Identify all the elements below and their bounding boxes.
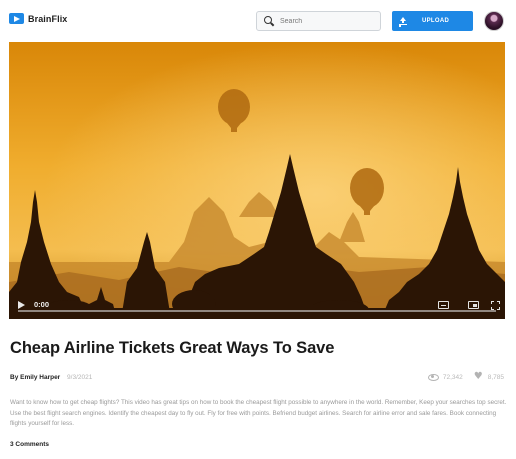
likes-count: 8,785 bbox=[487, 373, 504, 381]
picture-in-picture-icon[interactable] bbox=[468, 301, 479, 309]
site-header: BrainFlix UPLOAD bbox=[0, 0, 516, 42]
author-name: By Emily Harper bbox=[10, 374, 61, 381]
video-controls: 0:00 bbox=[9, 293, 505, 319]
upload-icon bbox=[399, 16, 407, 26]
current-time: 0:00 bbox=[34, 300, 50, 309]
upload-button[interactable]: UPLOAD bbox=[392, 11, 473, 31]
video-meta: By Emily Harper 9/3/2021 bbox=[10, 374, 92, 381]
play-logo-icon bbox=[9, 13, 24, 24]
video-thumbnail bbox=[9, 42, 505, 319]
publish-date: 9/3/2021 bbox=[67, 374, 93, 381]
play-icon[interactable] bbox=[18, 301, 25, 309]
views-count: 72,342 bbox=[442, 373, 463, 381]
search-box bbox=[256, 11, 381, 31]
closed-captions-icon[interactable] bbox=[438, 301, 449, 309]
video-stats: 72,342 ♥ 8,785 bbox=[427, 372, 504, 382]
fullscreen-icon[interactable] bbox=[491, 301, 500, 310]
eye-icon bbox=[427, 373, 439, 381]
video-player[interactable]: 0:00 bbox=[9, 42, 505, 319]
heart-icon[interactable]: ♥ bbox=[474, 372, 483, 382]
search-icon bbox=[264, 16, 274, 26]
progress-bar[interactable] bbox=[18, 310, 496, 312]
upload-label: UPLOAD bbox=[422, 18, 450, 24]
brand-name: BrainFlix bbox=[28, 13, 68, 24]
video-title: Cheap Airline Tickets Great Ways To Save bbox=[10, 339, 335, 357]
user-avatar[interactable] bbox=[484, 11, 504, 31]
video-description: Want to know how to get cheap flights? T… bbox=[10, 399, 507, 428]
comments-count: 3 Comments bbox=[10, 441, 50, 448]
search-input[interactable] bbox=[280, 17, 375, 25]
brand-logo[interactable]: BrainFlix bbox=[9, 13, 67, 24]
